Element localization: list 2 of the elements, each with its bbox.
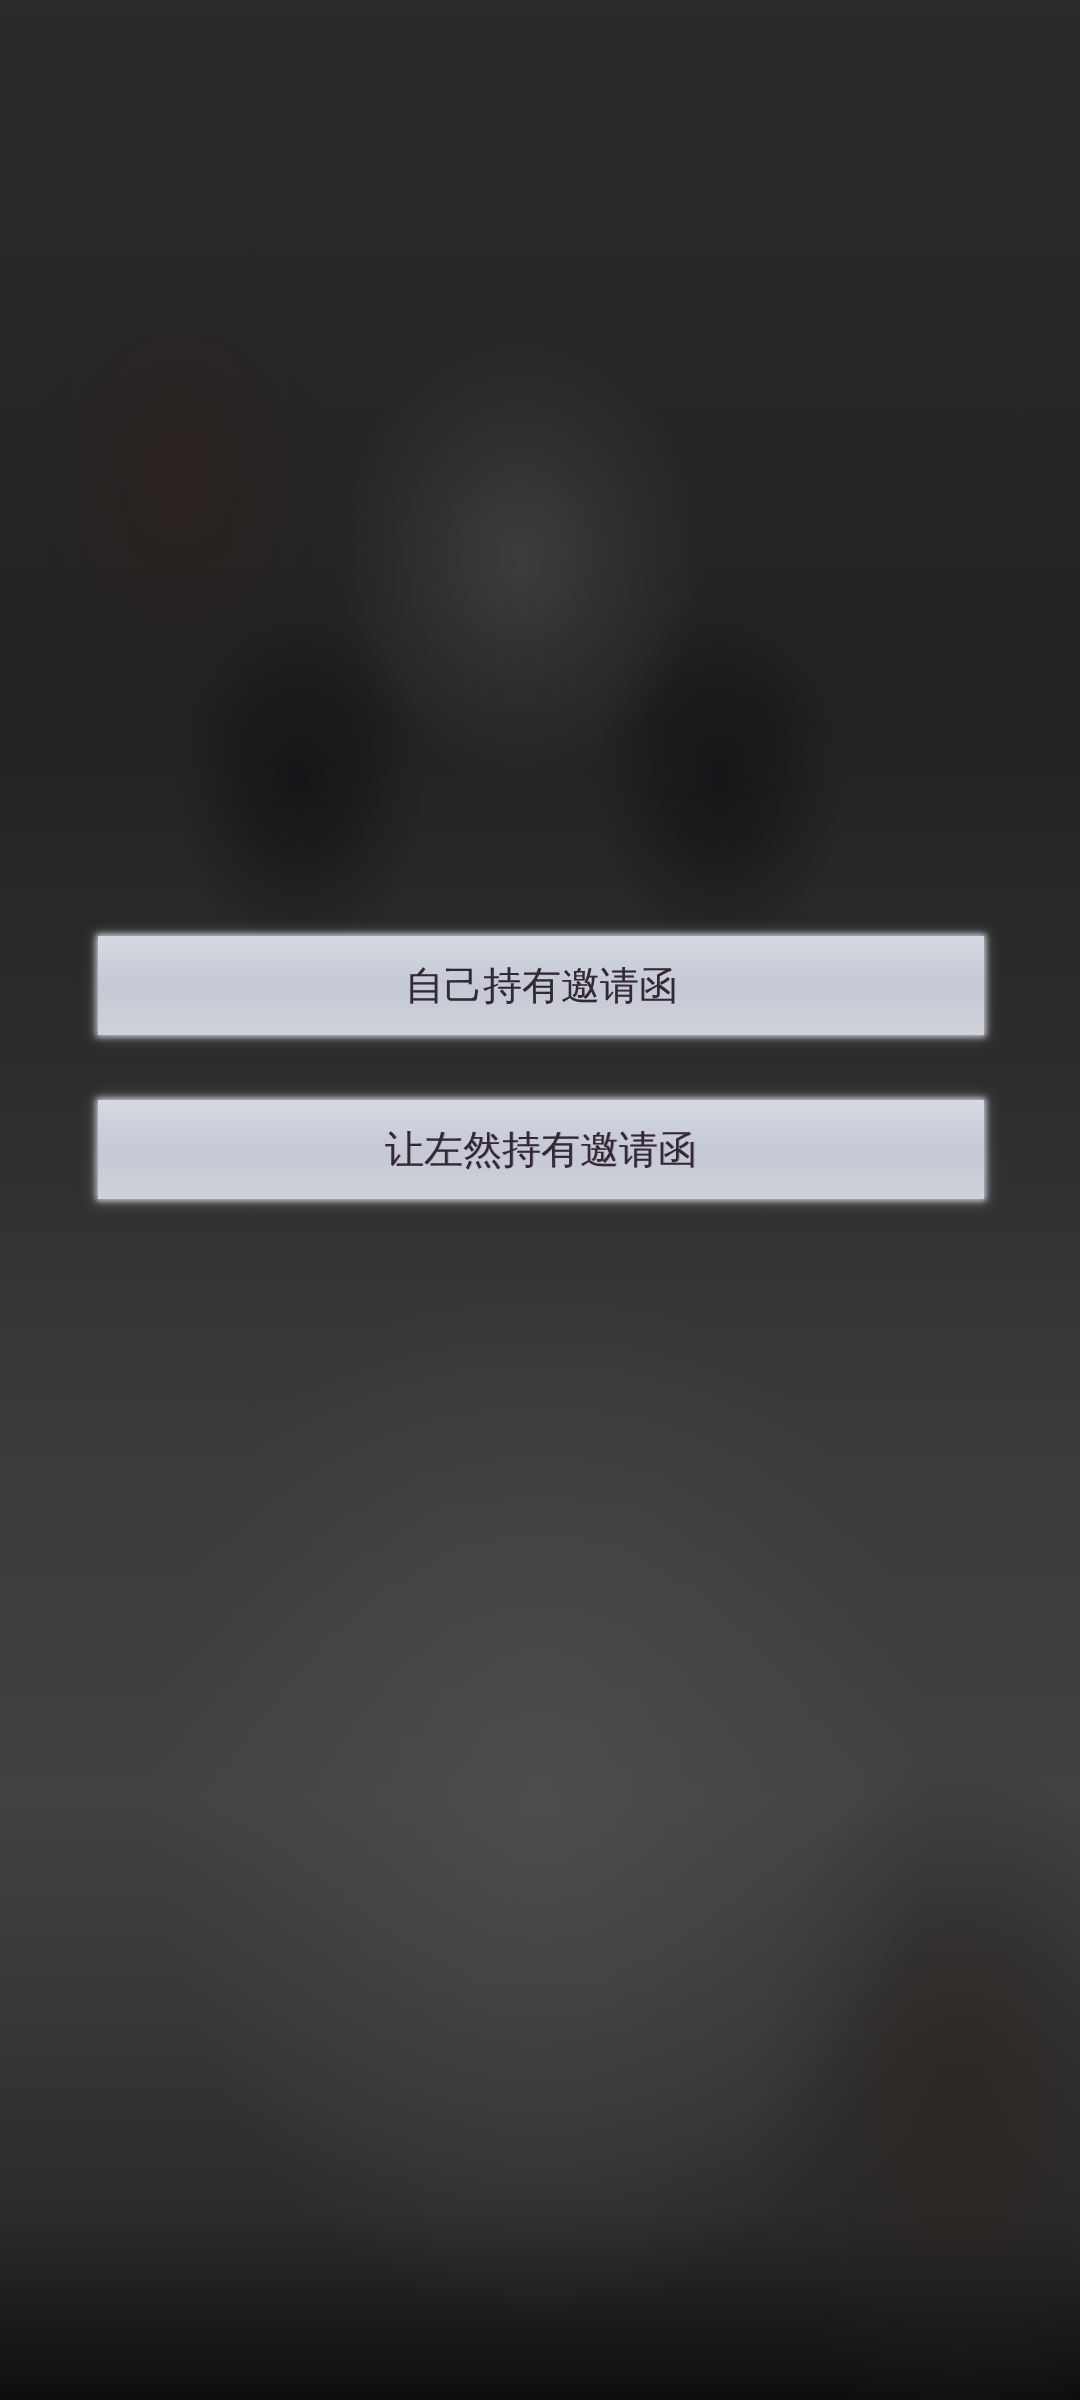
choice-button[interactable]: 让左然持有邀请函 [98, 1100, 984, 1199]
choice-button[interactable]: 自己持有邀请函 [98, 936, 984, 1035]
